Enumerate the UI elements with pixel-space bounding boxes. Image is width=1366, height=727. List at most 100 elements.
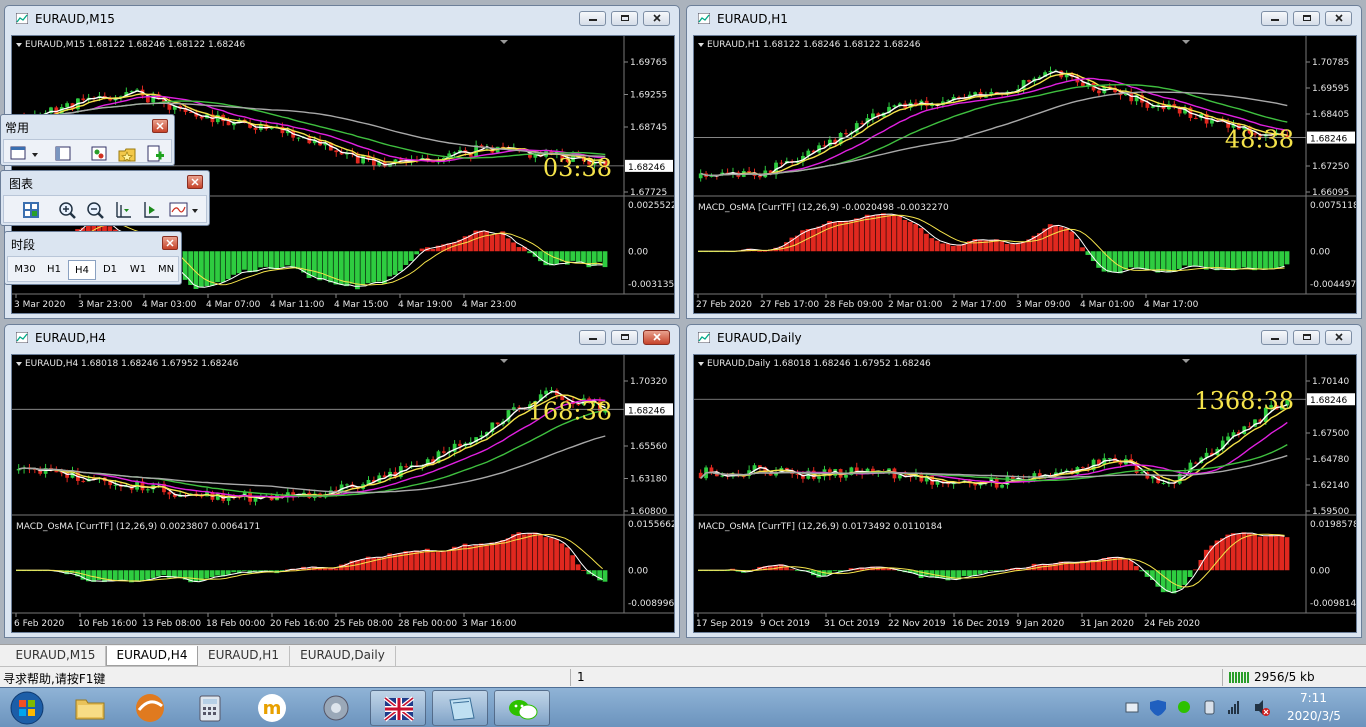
macd-histogram-bar: [360, 251, 366, 286]
macd-histogram-bar: [848, 221, 854, 252]
price-tick-label: 1.68405: [1312, 110, 1349, 120]
minimize-button[interactable]: [579, 330, 606, 345]
window-titlebar[interactable]: EURAUD,H1: [687, 6, 1361, 31]
restore-button[interactable]: [1293, 330, 1320, 345]
profiles-button[interactable]: [52, 143, 74, 165]
zoom-in-button[interactable]: [56, 199, 78, 221]
taskbar-explorer[interactable]: [62, 690, 118, 726]
candle-body: [860, 123, 865, 125]
macd-histogram-bar: [198, 251, 204, 288]
time-tick-label: 10 Feb 16:00: [78, 619, 137, 629]
candle-body: [1193, 462, 1198, 464]
macd-histogram-bar: [1080, 247, 1085, 252]
toolbar-close-button[interactable]: [152, 119, 168, 133]
macd-histogram-bar: [317, 251, 323, 281]
candle-body: [549, 390, 554, 392]
close-button[interactable]: [643, 330, 670, 345]
restore-button[interactable]: [1293, 11, 1320, 26]
macd-histogram-bar: [139, 570, 145, 581]
time-tick-label: 16 Dec 2019: [952, 619, 1010, 629]
close-button[interactable]: [1325, 330, 1352, 345]
zoom-out-button[interactable]: [84, 199, 106, 221]
minimize-button[interactable]: [1261, 11, 1288, 26]
time-tick-label: 17 Sep 2019: [696, 619, 753, 629]
taskbar-notes[interactable]: [432, 690, 488, 726]
minimize-button[interactable]: [1261, 330, 1288, 345]
macd-histogram-bar: [575, 251, 581, 262]
period-m30-button[interactable]: M30: [10, 260, 40, 280]
market-watch-icon: [91, 146, 107, 161]
mdi-workspace: EURAUD,M15 1.68246 1.69765 1.69255 1.68745 1…: [0, 0, 1366, 644]
period-d1-button[interactable]: D1: [96, 260, 124, 280]
taskbar-metatrader[interactable]: [370, 690, 426, 726]
window-titlebar[interactable]: EURAUD,Daily: [687, 325, 1361, 350]
toolbar-periods[interactable]: 时段 M30 H1 H4 D1 W1 MN: [4, 231, 182, 285]
period-mn-button[interactable]: MN: [152, 260, 180, 280]
period-h1-button[interactable]: H1: [40, 260, 68, 280]
restore-button[interactable]: [611, 330, 638, 345]
restore-button[interactable]: [611, 11, 638, 26]
new-order-button[interactable]: [144, 143, 166, 165]
chart-canvas[interactable]: 1.68246 1.70785 1.69595 1.68405 1.67250 1.660…: [693, 35, 1357, 314]
time-tick-label: 4 Mar 07:00: [206, 300, 261, 310]
chart-canvas[interactable]: 1.68246 1.70140 1.67500 1.64780 1.62140 1.595…: [693, 354, 1357, 633]
tab-euraud-h4[interactable]: EURAUD,H4: [106, 646, 198, 666]
notepad-icon: [449, 697, 475, 721]
indicators-button[interactable]: [168, 199, 202, 221]
period-h4-button[interactable]: H4: [68, 260, 96, 280]
moving-average-line: [18, 390, 606, 500]
taskbar-app-m[interactable]: m: [244, 690, 300, 726]
macd-histogram-bar: [349, 251, 355, 284]
chart-window-h4[interactable]: EURAUD,H4 1.68246 1.70320 1.65560 1.63180 1.…: [4, 324, 680, 638]
shield-icon: [1150, 700, 1166, 716]
taskbar-wechat[interactable]: [494, 690, 550, 726]
toolbar-close-button[interactable]: [187, 175, 203, 189]
window-title: EURAUD,Daily: [717, 331, 802, 345]
tile-windows-button[interactable]: [20, 199, 42, 221]
close-icon: [166, 239, 174, 247]
toolbar-charts[interactable]: 图表: [0, 170, 210, 226]
window-titlebar[interactable]: EURAUD,M15: [5, 6, 679, 31]
taskbar-calculator[interactable]: [182, 690, 238, 726]
macd-histogram-bar: [1230, 533, 1236, 571]
macd-histogram-bar: [837, 221, 843, 252]
macd-histogram: [698, 532, 1290, 594]
profiles-icon: [55, 146, 71, 161]
macd-histogram-bar: [967, 570, 972, 577]
macd-tick-label: 0.0155662: [628, 520, 674, 530]
tray-clock-date[interactable]: 2020/3/5: [1287, 709, 1341, 723]
close-button[interactable]: [1325, 11, 1352, 26]
macd-tick-label: 0.0198578: [1310, 520, 1356, 530]
auto-scroll-button[interactable]: [112, 199, 134, 221]
window-titlebar[interactable]: EURAUD,H4: [5, 325, 679, 350]
taskbar-app-tool[interactable]: [308, 690, 364, 726]
moving-average-line: [18, 435, 606, 494]
toolbar-common[interactable]: 常用: [0, 114, 175, 166]
minimize-button[interactable]: [579, 11, 606, 26]
close-button[interactable]: [643, 11, 670, 26]
new-chart-button[interactable]: [8, 143, 42, 165]
tab-euraud-m15[interactable]: EURAUD,M15: [6, 646, 106, 666]
toolbar-close-button[interactable]: [162, 236, 178, 250]
taskbar-browser[interactable]: [122, 690, 178, 726]
chart-canvas[interactable]: 1.68246 1.70320 1.65560 1.63180 1.60800 EURAU…: [11, 354, 675, 633]
price-tick-label: 1.64780: [1312, 455, 1349, 465]
macd-histogram-bar: [891, 214, 897, 252]
tab-euraud-h1[interactable]: EURAUD,H1: [198, 646, 290, 666]
start-button[interactable]: [4, 690, 50, 726]
macd-signal-line: [698, 533, 1285, 588]
macd-histogram-bar: [511, 242, 516, 252]
period-w1-button[interactable]: W1: [124, 260, 152, 280]
market-watch-button[interactable]: [88, 143, 110, 165]
macd-histogram-bar: [398, 251, 403, 272]
chart-shift-button[interactable]: [140, 199, 162, 221]
candle-body: [345, 484, 349, 486]
navigator-button[interactable]: [116, 143, 138, 165]
tray-clock-time[interactable]: 7:11: [1300, 691, 1327, 705]
tab-euraud-daily[interactable]: EURAUD,Daily: [290, 646, 396, 666]
macd-histogram-bar: [1123, 559, 1128, 571]
m-logo-icon: m: [258, 694, 286, 722]
chart-window-daily[interactable]: EURAUD,Daily 1.68246 1.70140 1.67500 1.6478…: [686, 324, 1362, 638]
macd-histogram-bar: [484, 544, 489, 571]
chart-window-h1[interactable]: EURAUD,H1 1.68246 1.70785 1.69595 1.68405 1.…: [686, 5, 1362, 319]
